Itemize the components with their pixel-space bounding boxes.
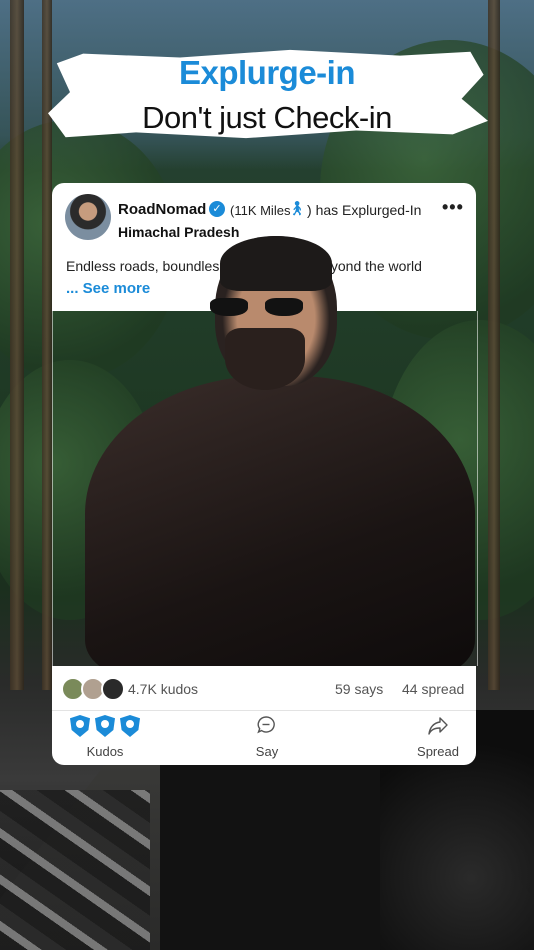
kudos-shield-icon	[95, 715, 115, 737]
spread-arrow-icon	[428, 717, 448, 735]
hiker-icon: 🚶︎	[288, 200, 306, 216]
miles-text: (11K Miles	[230, 203, 291, 218]
kudos-count[interactable]: 4.7K kudos	[128, 681, 198, 697]
miles-close: )	[307, 202, 312, 218]
kudos-label: Kudos	[86, 744, 124, 759]
leather-jacket	[85, 376, 475, 676]
hair	[220, 236, 332, 291]
spread-label: Spread	[417, 744, 459, 759]
more-icon[interactable]: •••	[442, 197, 464, 218]
spread-count[interactable]: 44 spread	[402, 681, 464, 697]
brand-title: Explurge-in	[178, 54, 356, 91]
post-card-footer: 4.7K kudos 59 says 44 spread Kudos Say S…	[52, 666, 476, 765]
sunglasses	[210, 298, 310, 316]
kudos-button[interactable]: Kudos	[66, 715, 146, 759]
divider	[52, 710, 476, 711]
say-bubble-icon	[257, 716, 275, 734]
miles-badge: (11K Miles	[230, 203, 290, 218]
verified-icon: ✓	[209, 201, 225, 217]
avatar[interactable]	[65, 194, 111, 240]
app-screen: Explurge-in Don't just Check-in RoadNoma…	[0, 0, 534, 950]
post-photo-person	[85, 236, 475, 950]
says-count[interactable]: 59 says	[335, 681, 383, 697]
beard	[225, 328, 305, 390]
spread-button[interactable]: Spread	[408, 715, 468, 759]
say-label: Say	[255, 744, 279, 759]
username[interactable]: RoadNomad	[118, 201, 206, 218]
kudos-shield-icon	[120, 715, 140, 737]
tagline: Don't just Check-in	[142, 100, 392, 135]
action-text: has Explurged-In	[315, 202, 422, 218]
say-button[interactable]: Say	[242, 715, 292, 759]
post-action: ) has Explurged-In	[307, 202, 421, 218]
kudos-shield-icon	[70, 715, 90, 737]
reactor-avatar	[101, 677, 125, 701]
